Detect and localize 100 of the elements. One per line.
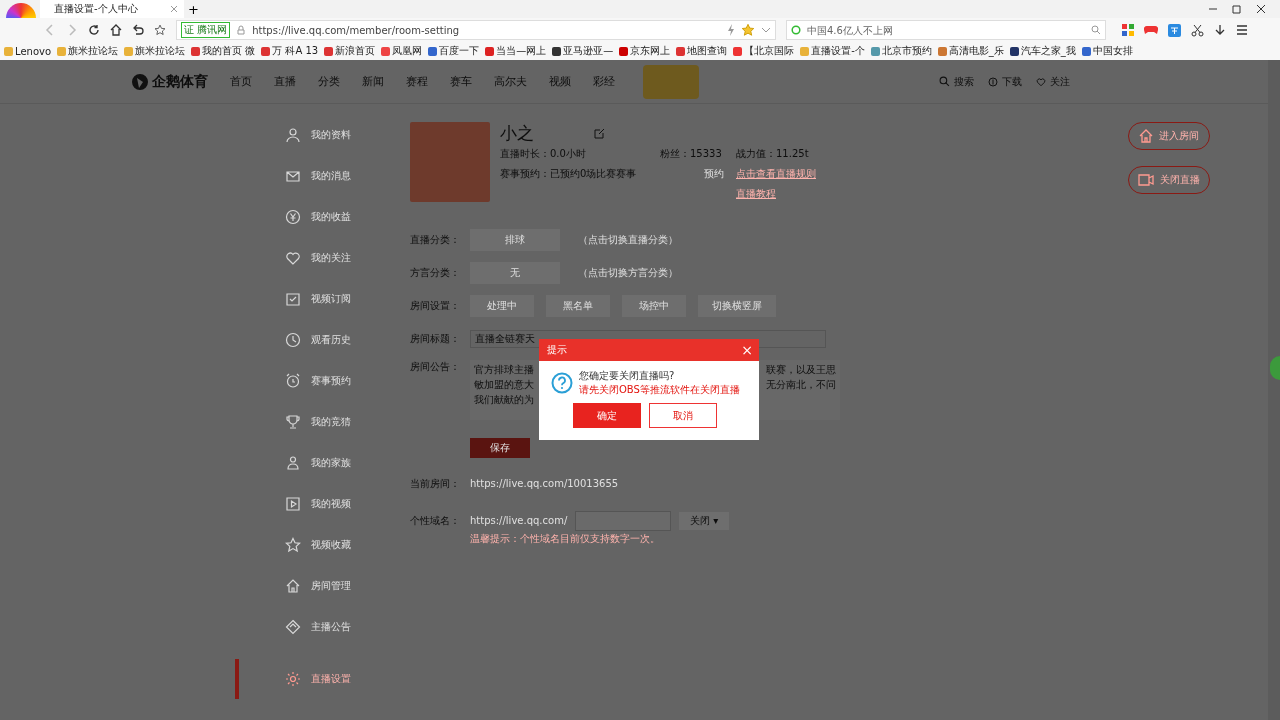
sidebar-item[interactable]: 我的家族 bbox=[235, 442, 400, 483]
undo-icon[interactable] bbox=[132, 24, 144, 36]
sidebar-item[interactable]: 主播公告 bbox=[235, 606, 400, 647]
bookmark-link[interactable]: 汽车之家_我 bbox=[1009, 44, 1076, 58]
bookmark-link[interactable]: 【北京国际 bbox=[733, 44, 795, 58]
site-badge: 证 腾讯网 bbox=[181, 22, 231, 38]
room-setting-button[interactable]: 处理中 bbox=[470, 294, 534, 317]
search-field[interactable]: 中国4.6亿人不上网 bbox=[786, 20, 1106, 40]
tutorial-link[interactable]: 直播教程 bbox=[736, 187, 816, 201]
reload-icon[interactable] bbox=[88, 24, 100, 36]
nav-link[interactable]: 赛车 bbox=[450, 74, 472, 89]
sidebar-item[interactable]: 赛事预约 bbox=[235, 360, 400, 401]
nav-link[interactable]: 赛程 bbox=[406, 74, 428, 89]
ring-icon bbox=[791, 25, 801, 35]
bookmark-link[interactable]: 当当—网上 bbox=[485, 44, 547, 58]
bookmark-link[interactable]: 凤凰网 bbox=[381, 44, 423, 58]
check-box-icon bbox=[285, 290, 301, 307]
gamepad-icon[interactable] bbox=[1144, 24, 1158, 36]
favorite-star-icon[interactable] bbox=[741, 23, 755, 37]
bookmark-link[interactable]: 直播设置-个 bbox=[800, 44, 865, 58]
sidebar-item[interactable]: 我的关注 bbox=[235, 237, 400, 278]
site-logo[interactable]: 企鹅体育 bbox=[130, 71, 208, 92]
follow-link[interactable]: 关注 bbox=[1050, 74, 1070, 89]
sidebar-item[interactable]: 视频收藏 bbox=[235, 524, 400, 565]
star-icon[interactable] bbox=[154, 24, 166, 36]
info-icon[interactable] bbox=[988, 76, 998, 87]
sidebar-item[interactable]: 我的视频 bbox=[235, 483, 400, 524]
close-icon[interactable] bbox=[1256, 4, 1266, 14]
star-icon bbox=[285, 536, 301, 553]
scrollbar[interactable] bbox=[1268, 60, 1280, 720]
search-icon[interactable] bbox=[1091, 25, 1101, 35]
bookmark-link[interactable]: 亚马逊亚— bbox=[552, 44, 614, 58]
nav-link[interactable]: 新闻 bbox=[362, 74, 384, 89]
notice-text: 无分南北，不问 bbox=[766, 378, 836, 392]
bookmark-link[interactable]: 旗米拉论坛 bbox=[124, 44, 186, 58]
hint-text: （点击切换直播分类） bbox=[578, 232, 678, 247]
bookmark-link[interactable]: 北京市预约 bbox=[870, 44, 932, 58]
download-link[interactable]: 下载 bbox=[1002, 74, 1022, 89]
status-select[interactable]: 关闭 ▾ bbox=[679, 511, 730, 530]
dialog-warning: 请先关闭OBS等推流软件在关闭直播 bbox=[579, 383, 740, 397]
search-icon[interactable] bbox=[939, 76, 950, 87]
bookmark-link[interactable]: 高清电影_乐 bbox=[937, 44, 1004, 58]
field-label: 当前房间： bbox=[410, 476, 461, 491]
room-setting-button[interactable]: 场控中 bbox=[622, 294, 686, 317]
bookmark-link[interactable]: 地图查询 bbox=[676, 44, 728, 58]
sidebar-item[interactable]: 我的消息 bbox=[235, 155, 400, 196]
forward-icon[interactable] bbox=[66, 24, 78, 36]
home-icon[interactable] bbox=[110, 24, 122, 36]
dialect-select[interactable]: 无 bbox=[470, 261, 560, 284]
notice-text: 我们献献的为 bbox=[474, 393, 534, 407]
heart-icon[interactable] bbox=[1036, 76, 1046, 87]
bookmark-link[interactable]: 京东网上 bbox=[619, 44, 671, 58]
room-setting-button[interactable]: 黑名单 bbox=[546, 294, 610, 317]
people-icon bbox=[285, 454, 301, 471]
domain-prefix: https://live.qq.com/ bbox=[470, 515, 568, 526]
menu-icon[interactable] bbox=[1236, 24, 1248, 36]
nav-link[interactable]: 首页 bbox=[230, 74, 252, 89]
browser-tab[interactable]: 直播设置-个人中心 bbox=[40, 0, 184, 18]
nav-link[interactable]: 视频 bbox=[549, 74, 571, 89]
download-icon[interactable] bbox=[1214, 24, 1226, 36]
bookmark-link[interactable]: 百度一下 bbox=[428, 44, 480, 58]
bookmark-link[interactable]: Lenovo bbox=[4, 45, 52, 57]
nav-link[interactable]: 直播 bbox=[274, 74, 296, 89]
save-button[interactable]: 保存 bbox=[470, 438, 530, 458]
confirm-button[interactable]: 确定 bbox=[573, 403, 641, 428]
apps-grid-icon[interactable] bbox=[1122, 24, 1134, 36]
sidebar-item[interactable]: 视频订阅 bbox=[235, 278, 400, 319]
sidebar-item[interactable]: 观看历史 bbox=[235, 319, 400, 360]
yen-icon bbox=[285, 208, 301, 225]
bookmark-link[interactable]: 新浪首页 bbox=[324, 44, 376, 58]
sidebar-item[interactable]: 我的收益 bbox=[235, 196, 400, 237]
bookmark-link[interactable]: 中国女排 bbox=[1081, 44, 1133, 58]
close-tab-icon[interactable] bbox=[170, 5, 178, 13]
back-icon[interactable] bbox=[44, 24, 56, 36]
nav-link[interactable]: 高尔夫 bbox=[494, 74, 527, 89]
maximize-icon[interactable] bbox=[1232, 4, 1242, 14]
address-field[interactable]: 证 腾讯网 https://live.qq.com/member/room-setting bbox=[176, 20, 776, 40]
room-url: https://live.qq.com/10013655 bbox=[470, 478, 619, 489]
dropdown-caret-icon[interactable] bbox=[761, 25, 771, 35]
translate-icon[interactable] bbox=[1168, 23, 1181, 37]
bookmark-link[interactable]: 我的首页 微 bbox=[191, 44, 256, 58]
booking-link[interactable]: 预约 bbox=[704, 167, 736, 181]
field-label: 个性域名： bbox=[410, 513, 461, 528]
scissors-icon[interactable] bbox=[1191, 23, 1204, 37]
category-select[interactable]: 排球 bbox=[470, 228, 560, 251]
search-link[interactable]: 搜索 bbox=[954, 74, 974, 89]
field-label: 房间设置： bbox=[410, 298, 461, 313]
sidebar-item[interactable]: 我的资料 bbox=[235, 114, 400, 155]
edit-icon[interactable] bbox=[594, 127, 605, 139]
video-camera-icon bbox=[1138, 173, 1154, 187]
room-setting-button[interactable]: 切换横竖屏 bbox=[698, 294, 776, 317]
rules-link[interactable]: 点击查看直播规则 bbox=[736, 167, 816, 181]
sidebar-item[interactable]: 我的竞猜 bbox=[235, 401, 400, 442]
sidebar-item[interactable]: 直播设置 bbox=[235, 659, 400, 699]
cancel-button[interactable]: 取消 bbox=[649, 403, 717, 428]
bookmark-link[interactable]: 万 科A 13 bbox=[261, 44, 319, 58]
nav-link[interactable]: 彩经 bbox=[593, 74, 615, 89]
nav-link[interactable]: 分类 bbox=[318, 74, 340, 89]
sidebar-item[interactable]: 房间管理 bbox=[235, 565, 400, 606]
bookmark-link[interactable]: 旗米拉论坛 bbox=[57, 44, 119, 58]
